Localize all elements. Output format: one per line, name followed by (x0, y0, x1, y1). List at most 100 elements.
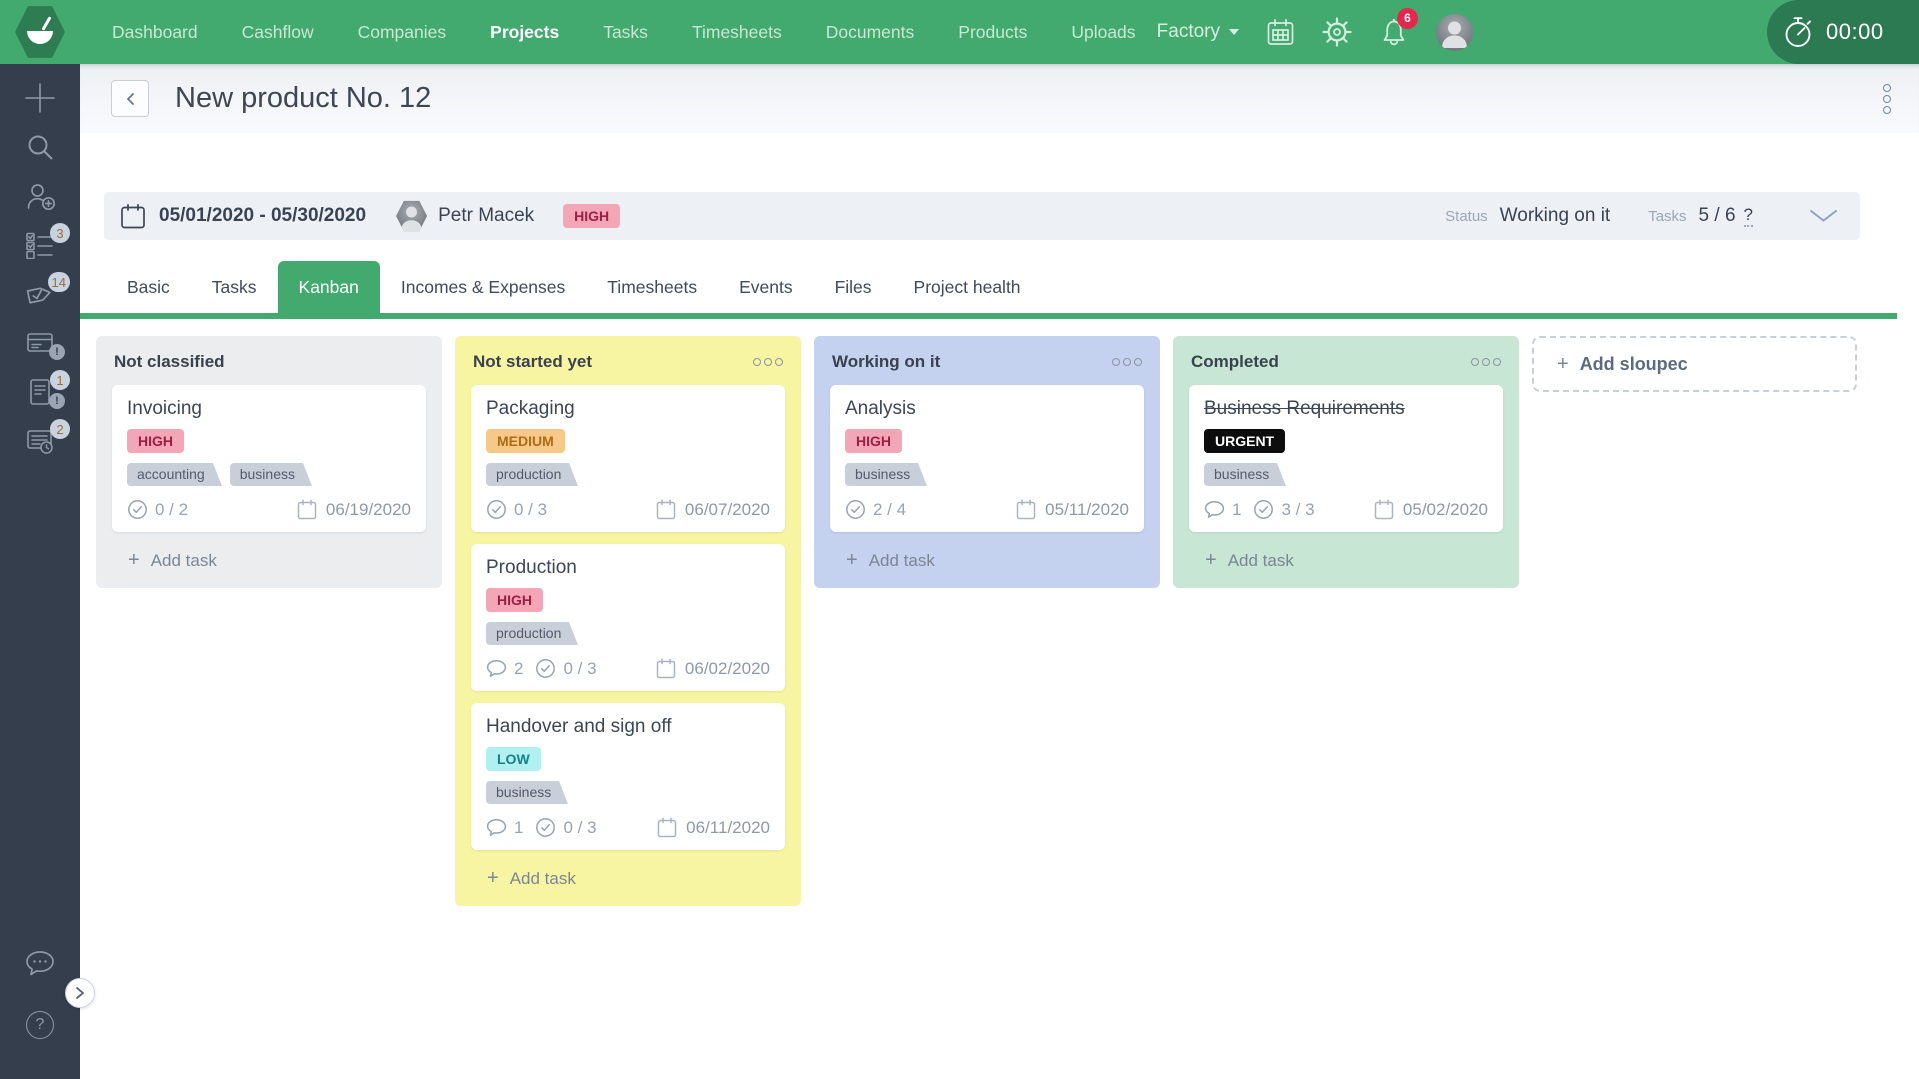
workspace-switcher[interactable]: Factory (1157, 21, 1239, 43)
due-date: 05/11/2020 (1016, 499, 1129, 520)
add-task-button[interactable]: Add task (1189, 544, 1503, 573)
card-title: Handover and sign off (486, 716, 770, 738)
nav-link-timesheets[interactable]: Timesheets (692, 22, 782, 43)
app-logo[interactable] (0, 5, 80, 59)
tab-incomes-expenses[interactable]: Incomes & Expenses (380, 261, 586, 313)
priority-badge: URGENT (1204, 429, 1285, 453)
calendar-icon (656, 658, 676, 679)
chevron-left-icon (126, 92, 135, 106)
invite-user-button[interactable] (22, 184, 58, 208)
kanban-board: Not classified Invoicing HIGH accounting… (80, 319, 1919, 906)
column-title: Not started yet (473, 352, 592, 372)
calendar-icon[interactable] (1266, 18, 1295, 47)
tasks-help-link[interactable]: ? (1744, 205, 1753, 227)
approvals-count-badge: 14 (48, 272, 70, 292)
plus-icon (23, 81, 57, 115)
settings-gear-icon[interactable] (1322, 17, 1352, 47)
add-task-label: Add task (510, 869, 576, 889)
page-menu-kebab-icon[interactable] (1879, 80, 1895, 118)
tab-basic[interactable]: Basic (106, 261, 191, 313)
tab-tasks[interactable]: Tasks (191, 261, 278, 313)
check-circle-icon (486, 499, 507, 520)
card-tags: production (486, 622, 770, 645)
billing-button[interactable] (22, 331, 58, 355)
add-new-button[interactable] (22, 86, 58, 110)
card-title: Analysis (845, 398, 1129, 420)
column-header: Completed (1189, 350, 1503, 374)
kanban-card[interactable]: Invoicing HIGH accountingbusiness 0 / 2 (112, 385, 426, 532)
priority-badge: HIGH (845, 429, 902, 453)
reports-button[interactable]: 2 (22, 429, 58, 453)
chat-button[interactable] (0, 949, 80, 979)
plus-icon (128, 551, 140, 571)
column-menu-icon[interactable] (1112, 355, 1142, 369)
nav-link-tasks[interactable]: Tasks (603, 22, 648, 43)
user-avatar[interactable] (1436, 14, 1473, 51)
add-task-label: Add task (869, 551, 935, 571)
calendar-icon (297, 499, 317, 520)
invoices-count-badge: 1 (50, 370, 70, 390)
comment-count: 1 (1204, 500, 1241, 520)
notifications-bell[interactable]: 6 (1379, 17, 1409, 48)
nav-link-products[interactable]: Products (958, 22, 1027, 43)
check-circle-icon (535, 817, 556, 838)
add-task-label: Add task (151, 551, 217, 571)
project-info-bar: 05/01/2020 - 05/30/2020 Petr Macek HIGH … (104, 192, 1860, 240)
plus-icon (1205, 551, 1217, 571)
kanban-card[interactable]: Handover and sign off LOW business 1 0 /… (471, 703, 785, 850)
column-title: Working on it (832, 352, 940, 372)
timer-value: 00:00 (1826, 19, 1884, 45)
kanban-card[interactable]: Analysis HIGH business 2 / 4 (830, 385, 1144, 532)
nav-link-uploads[interactable]: Uploads (1071, 22, 1135, 43)
card-tags: business (1204, 463, 1488, 486)
owner-avatar[interactable] (396, 200, 427, 233)
tag: business (230, 463, 303, 486)
kanban-card[interactable]: Business Requirements URGENT business 1 … (1189, 385, 1503, 532)
due-date: 06/19/2020 (297, 499, 411, 520)
search-button[interactable] (22, 135, 58, 159)
add-task-button[interactable]: Add task (471, 862, 785, 891)
tab-project-health[interactable]: Project health (893, 261, 1042, 313)
add-column-button[interactable]: Add sloupec (1532, 336, 1857, 392)
check-circle-icon (127, 499, 148, 520)
kanban-card[interactable]: Packaging MEDIUM production 0 / 3 (471, 385, 785, 532)
card-title: Business Requirements (1204, 398, 1488, 420)
calendar-icon (120, 203, 146, 230)
todo-list-button[interactable]: 3 (22, 233, 58, 257)
help-button[interactable] (0, 1011, 80, 1039)
nav-link-documents[interactable]: Documents (826, 22, 915, 43)
project-owner-name[interactable]: Petr Macek (438, 205, 534, 227)
column-menu-icon[interactable] (753, 355, 783, 369)
add-task-button[interactable]: Add task (112, 544, 426, 573)
tab-kanban[interactable]: Kanban (278, 261, 380, 313)
sidebar-expand-button[interactable] (65, 978, 95, 1008)
tab-files[interactable]: Files (814, 261, 893, 313)
subtask-progress: 0 / 2 (127, 499, 188, 520)
timer-button[interactable]: 00:00 (1767, 0, 1919, 64)
priority-badge: LOW (486, 747, 541, 771)
nav-link-cashflow[interactable]: Cashflow (242, 22, 314, 43)
column-title: Completed (1191, 352, 1279, 372)
status-value[interactable]: Working on it (1500, 205, 1611, 227)
invoices-button[interactable]: 1 (22, 380, 58, 404)
back-button[interactable] (111, 80, 149, 117)
tab-events[interactable]: Events (718, 261, 814, 313)
add-task-label: Add task (1228, 551, 1294, 571)
tag: business (845, 463, 918, 486)
collapse-chevron-icon[interactable] (1809, 209, 1838, 223)
plus-icon (487, 869, 499, 889)
tab-timesheets[interactable]: Timesheets (586, 261, 718, 313)
approvals-button[interactable]: 14 (22, 282, 58, 306)
nav-link-projects[interactable]: Projects (490, 22, 559, 43)
nav-link-companies[interactable]: Companies (358, 22, 447, 43)
nav-link-dashboard[interactable]: Dashboard (112, 22, 198, 43)
column-menu-icon[interactable] (1471, 355, 1501, 369)
subtask-progress: 2 / 4 (845, 499, 906, 520)
add-task-button[interactable]: Add task (830, 544, 1144, 573)
project-date-range[interactable]: 05/01/2020 - 05/30/2020 (159, 205, 366, 227)
person-silhouette-icon (1436, 14, 1473, 51)
kanban-card[interactable]: Production HIGH production 2 0 / 3 (471, 544, 785, 691)
comment-icon (486, 659, 507, 678)
check-circle-icon (1253, 499, 1274, 520)
subtask-progress: 0 / 3 (535, 817, 596, 838)
